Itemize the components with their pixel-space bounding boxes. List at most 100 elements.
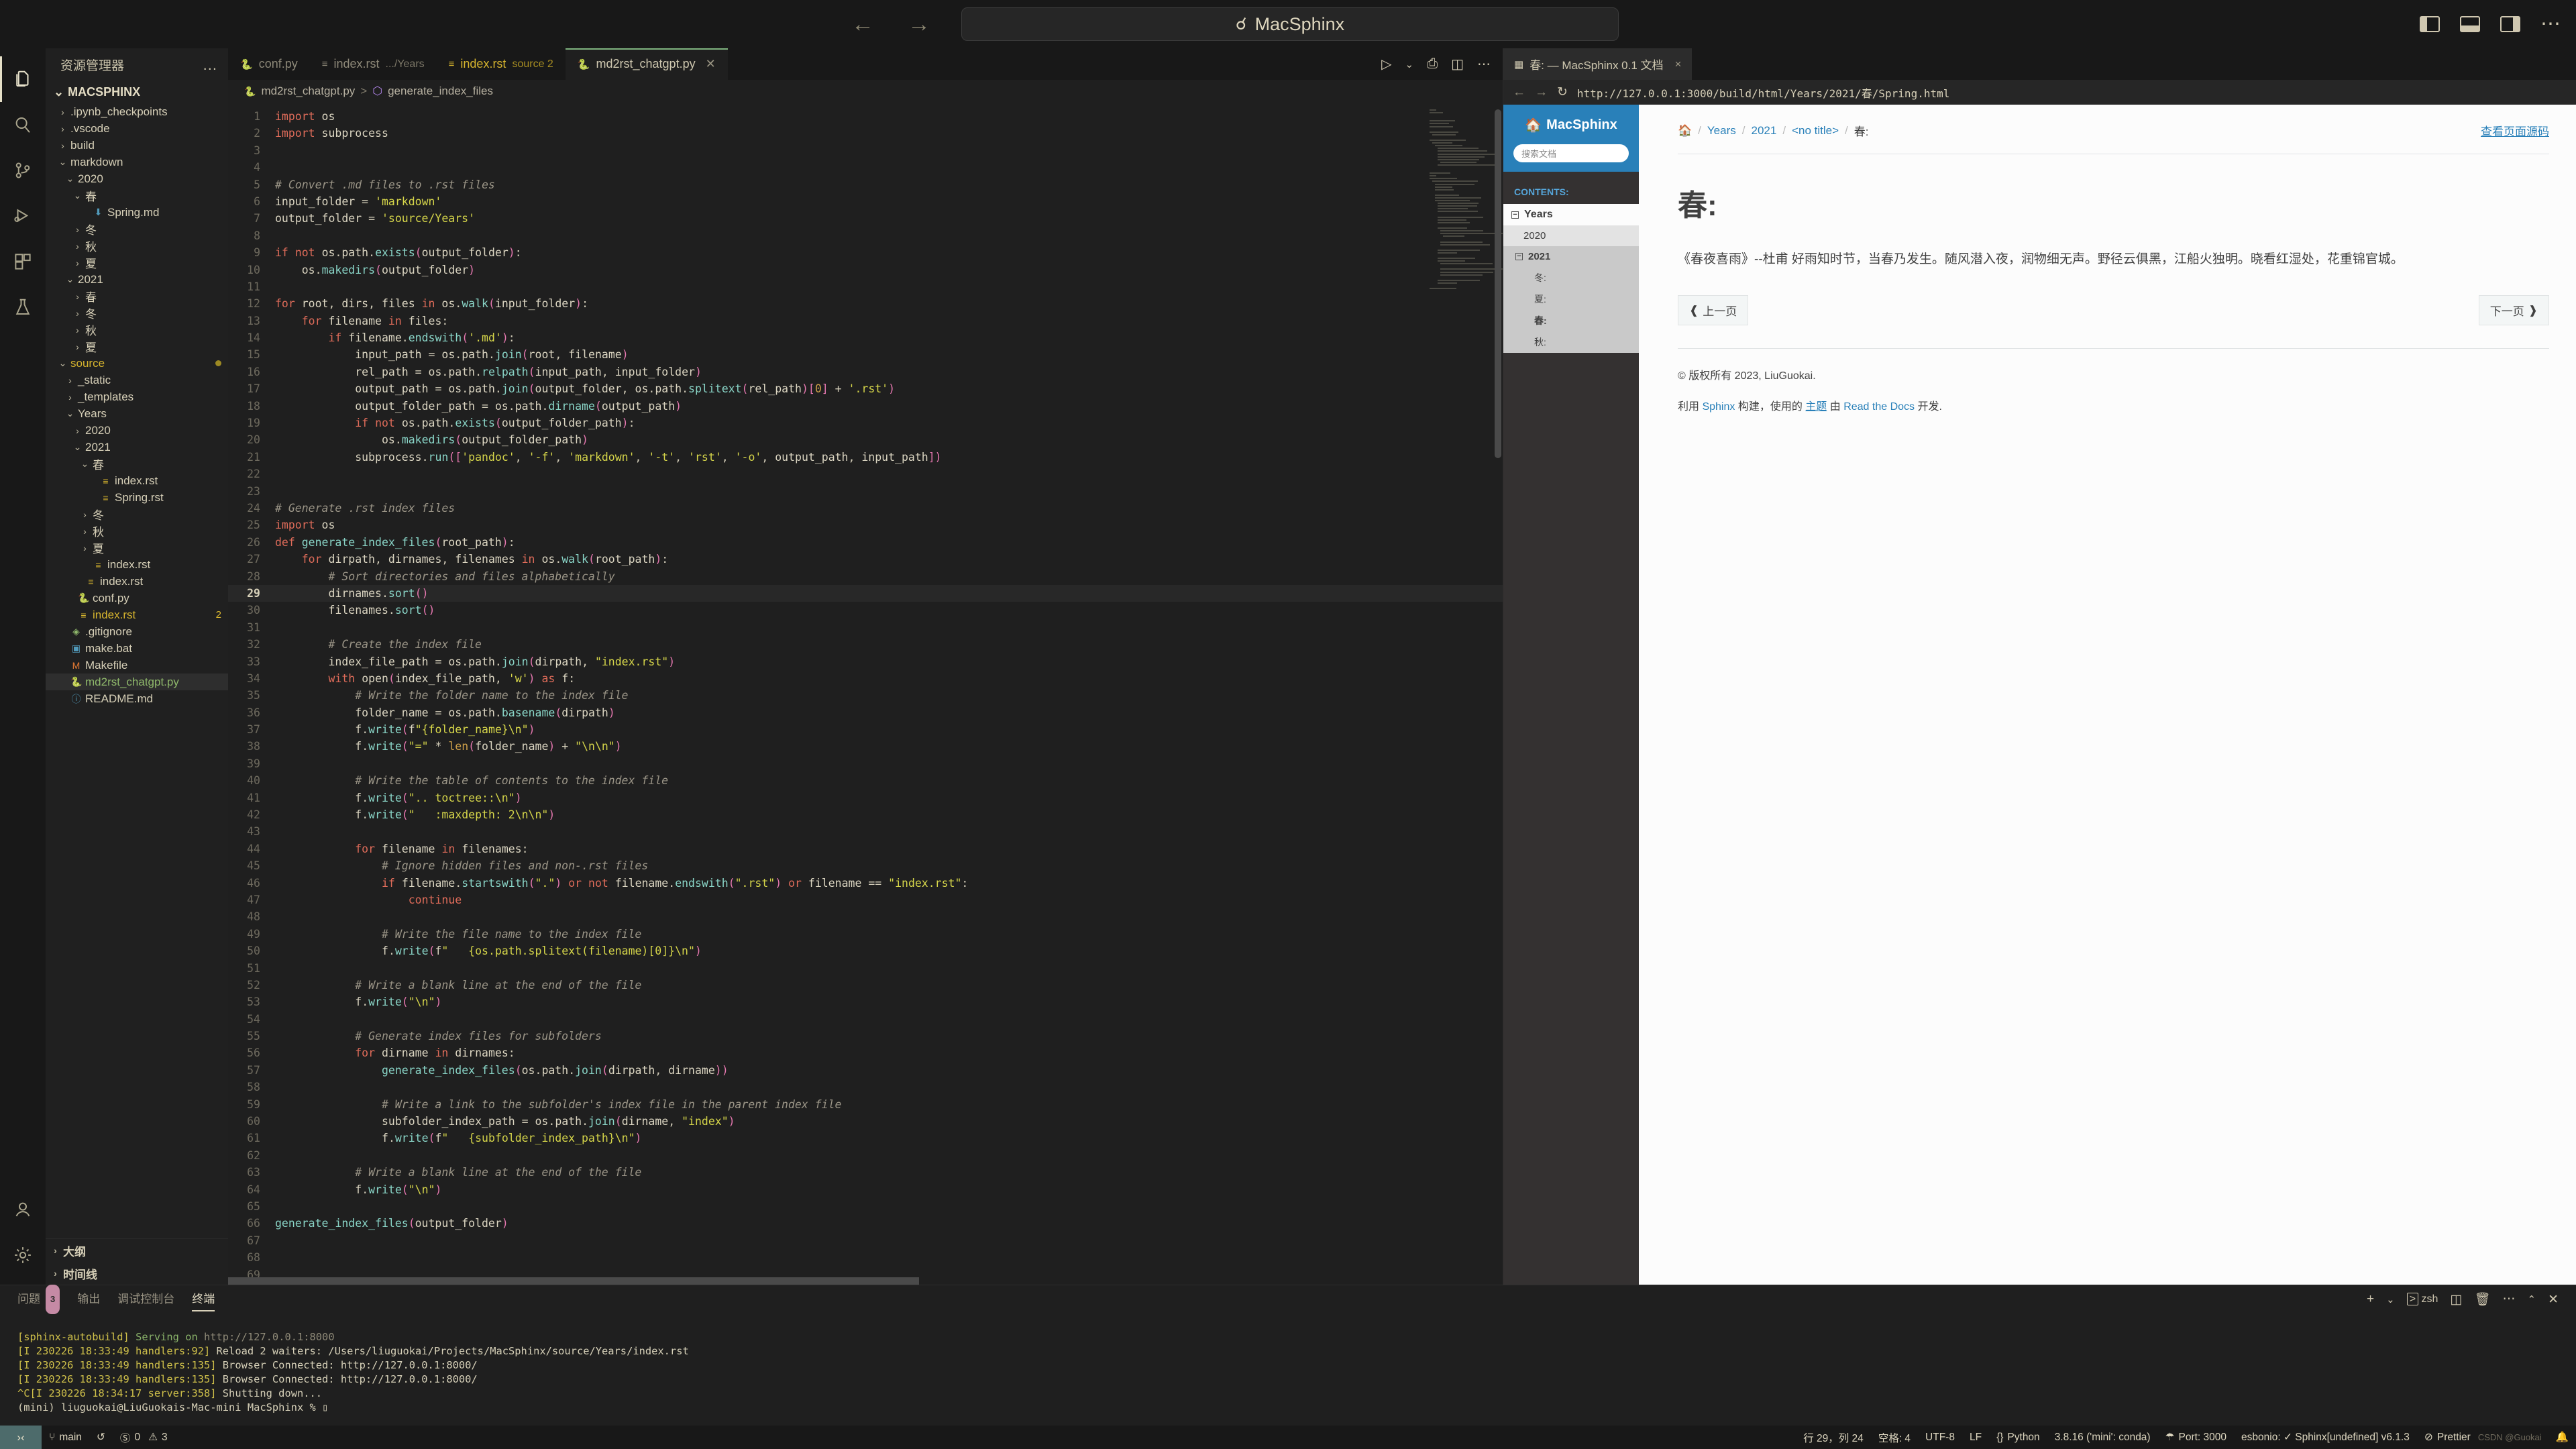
split-icon[interactable]: ◫ [2450,1292,2462,1307]
next-page-button[interactable]: 下一页 ❱ [2478,295,2549,326]
file-tree-file[interactable]: ≡ index.rst [46,573,228,590]
chevron-down-icon[interactable]: ⌄ [2386,1293,2395,1305]
breadcrumb-no-title[interactable]: <no title> [1792,124,1839,138]
file-tree-folder[interactable]: › 夏 [46,539,228,556]
status-notifications[interactable]: 🔔 [2548,1426,2576,1449]
file-tree-file[interactable]: ⬇ Spring.md [46,204,228,221]
prev-page-button[interactable]: ❰ 上一页 [1678,295,1749,326]
view-page-source-link[interactable]: 查看页面源码 [2481,122,2549,139]
status-cursor-position[interactable]: 行 29，列 24 [1796,1426,1871,1449]
sphinx-nav-item[interactable]: 秋: [1503,331,1639,353]
close-icon[interactable]: × [1675,58,1682,71]
file-tree-folder[interactable]: ⌄ source [46,355,228,372]
file-tree-folder[interactable]: ⌄ 2021 [46,271,228,288]
file-tree-folder[interactable]: › .ipynb_checkpoints [46,103,228,120]
file-tree-file[interactable]: ▣ make.bat [46,640,228,657]
file-tree-folder[interactable]: › 秋 [46,523,228,539]
close-icon[interactable]: ✕ [2548,1292,2559,1307]
explorer-more-icon[interactable]: ... [203,57,217,72]
status-eol[interactable]: LF [1962,1426,1989,1449]
sphinx-nav-item[interactable]: −2021 [1503,246,1639,267]
file-tree-file[interactable]: ≡ index.rst [46,472,228,489]
sphinx-link[interactable]: Sphinx [1702,401,1735,413]
chevron-up-icon[interactable]: ⌃ [2528,1293,2536,1305]
file-tree-folder[interactable]: ⌄ 春 [46,455,228,472]
file-tree-file[interactable]: 🐍 conf.py [46,590,228,606]
sphinx-nav-item[interactable]: 冬: [1503,267,1639,288]
file-tree-file[interactable]: ≡ index.rst 2 [46,606,228,623]
toggle-panel-icon[interactable] [2460,16,2480,32]
status-branch[interactable]: ⑂ main [42,1426,89,1449]
trash-icon[interactable]: 🗑 [2474,1291,2490,1307]
file-tree-folder[interactable]: › 秋 [46,321,228,338]
activity-run-debug[interactable] [0,193,46,239]
split-editor-icon[interactable]: ◫ [1451,56,1464,72]
sphinx-nav-item[interactable]: 2020 [1503,225,1639,246]
plus-icon[interactable]: + [2367,1292,2374,1307]
file-tree-folder[interactable]: ⌄ Years [46,405,228,422]
file-tree-file[interactable]: M Makefile [46,657,228,674]
close-icon[interactable]: ✕ [706,57,716,71]
play-icon[interactable]: ▷ [1381,56,1391,72]
status-problems[interactable]: Ⓢ 0 ⚠ 3 [113,1426,175,1449]
preview-url-input[interactable]: http://127.0.0.1:3000/build/html/Years/2… [1577,85,1949,101]
panel-tab-终端[interactable]: 终端 [192,1285,215,1313]
editor-horizontal-scrollbar[interactable] [228,1277,1503,1285]
collapse-toggle-icon[interactable]: − [1515,253,1523,260]
file-tree-folder[interactable]: › 冬 [46,305,228,321]
activity-extensions[interactable] [0,239,46,284]
panel-tab-输出[interactable]: 输出 [77,1285,100,1313]
panel-tab-问题[interactable]: 问题 3 [17,1285,60,1314]
file-tree-file[interactable]: ≡ index.rst [46,556,228,573]
editor-tab-index-rst[interactable]: ≡ index.rst source 2 [437,48,566,80]
editor-tab-md2rst_chatgpt-py[interactable]: 🐍 md2rst_chatgpt.py ✕ [565,48,728,80]
remote-indicator-icon[interactable]: ›‹ [0,1426,42,1449]
editor-vertical-scrollbar[interactable] [1495,109,1501,458]
file-tree-folder[interactable]: › 冬 [46,506,228,523]
file-tree-folder[interactable]: › 秋 [46,237,228,254]
forward-arrow-icon[interactable]: → [1535,85,1548,100]
activity-explorer[interactable] [0,56,46,102]
file-tree-folder[interactable]: › 夏 [46,254,228,271]
file-tree-folder[interactable]: › build [46,137,228,154]
activity-source-control[interactable] [0,148,46,193]
reload-icon[interactable]: ↻ [1557,85,1568,100]
activity-search[interactable] [0,102,46,148]
terminal-split-icon[interactable]: ⎙ [1427,56,1438,72]
minimap[interactable] [1430,109,1503,290]
status-encoding[interactable]: UTF-8 [1918,1426,1962,1449]
ellipsis-icon[interactable]: ⋯ [2503,1293,2516,1305]
status-sync[interactable]: ↺ [89,1426,113,1449]
terminal-output[interactable]: [sphinx-autobuild] Serving on http://127… [0,1313,2576,1426]
file-tree-file[interactable]: ≡ Spring.rst [46,489,228,506]
breadcrumb-symbol[interactable]: generate_index_files [388,85,493,98]
ellipsis-icon[interactable]: ⋯ [1477,58,1491,71]
file-tree-folder[interactable]: ⌄ 春 [46,187,228,204]
code-editor[interactable]: 1 import os 2 import subprocess 3 4 5 # Convert… [228,103,1503,1285]
theme-link[interactable]: 主题 [1805,401,1827,413]
status-interpreter[interactable]: 3.8.16 ('mini': conda) [2047,1426,2158,1449]
breadcrumb-2021[interactable]: 2021 [1752,124,1777,138]
status-live-server-port[interactable]: ☂ Port: 3000 [2158,1426,2234,1449]
collapse-toggle-icon[interactable]: − [1511,211,1519,219]
file-tree-folder[interactable]: › 春 [46,288,228,305]
read-the-docs-link[interactable]: Read the Docs [1843,401,1915,413]
status-prettier[interactable]: ⊘ Prettier [2417,1426,2478,1449]
file-tree-folder[interactable]: ⌄ 2021 [46,439,228,455]
status-esbonio[interactable]: esbonio: ✓ Sphinx[undefined] v6.1.3 [2234,1426,2417,1449]
chevron-down-icon[interactable]: ⌄ [1405,58,1414,70]
customize-layout-icon[interactable]: ⋯ [2540,14,2561,34]
editor-tab-index-rst[interactable]: ≡ index.rst .../Years [310,48,437,80]
status-language-mode[interactable]: {} Python [1989,1426,2047,1449]
back-arrow-icon[interactable]: ← [849,13,877,36]
code-content[interactable]: 1 import os 2 import subprocess 3 4 5 # Convert… [228,103,1503,1283]
file-tree-folder[interactable]: › 夏 [46,338,228,355]
explorer-root-folder[interactable]: ⌄ MACSPHINX [46,80,228,103]
outline-section[interactable]: › 大纲 [46,1239,228,1262]
file-tree-folder[interactable]: › 冬 [46,221,228,237]
file-tree-folder[interactable]: › _static [46,372,228,388]
sphinx-nav-item[interactable]: − Years [1503,204,1639,225]
command-search-input[interactable]: ☌ MacSphinx [961,7,1619,41]
activity-accounts[interactable] [0,1187,46,1232]
sphinx-nav-item[interactable]: 夏: [1503,288,1639,310]
